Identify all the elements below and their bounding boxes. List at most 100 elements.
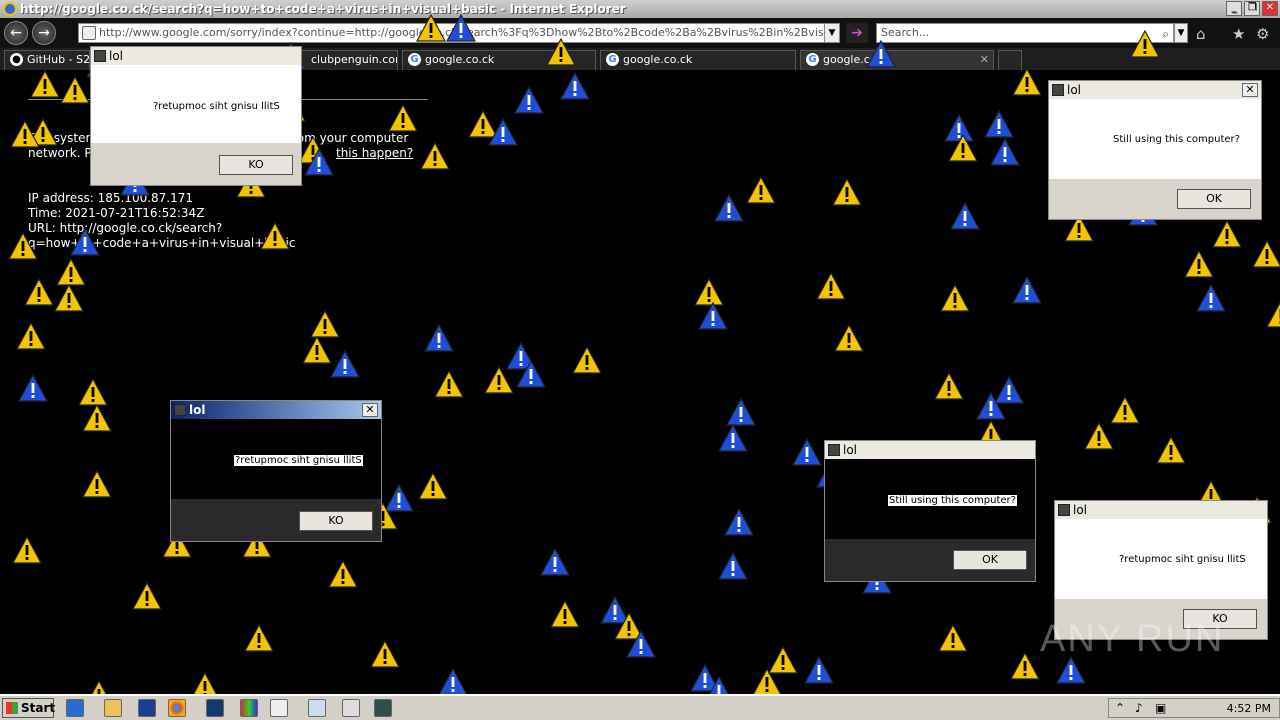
- forward-button[interactable]: →: [32, 21, 56, 45]
- message-dialog-1: lol ?retupmoc siht gnisu llitS KO: [90, 46, 302, 186]
- warning-yellow-icon: [60, 76, 90, 104]
- dialog-title: lol: [843, 443, 858, 457]
- dialog-ok-button[interactable]: OK: [953, 550, 1027, 570]
- go-arrow-icon[interactable]: ➔: [846, 23, 868, 43]
- google-icon: G: [606, 53, 619, 66]
- minimize-button[interactable]: _: [1226, 1, 1242, 16]
- document-icon[interactable]: [342, 699, 360, 717]
- warning-blue-icon: [560, 72, 590, 100]
- warning-yellow-icon: [24, 278, 54, 306]
- close-button[interactable]: ✕: [1262, 1, 1278, 16]
- app-icon: [94, 50, 106, 62]
- warning-yellow-icon: [82, 404, 112, 432]
- dialog-titlebar: lol: [91, 47, 301, 65]
- search-icon[interactable]: ⌕: [1162, 25, 1169, 43]
- media-player-icon[interactable]: [138, 699, 156, 717]
- dialog-titlebar: lol: [825, 441, 1035, 459]
- internet-explorer-icon[interactable]: [66, 699, 84, 717]
- why-link[interactable]: this happen?: [336, 146, 413, 160]
- warning-yellow-icon: [416, 14, 446, 42]
- dialog-titlebar: lol ✕: [1049, 81, 1261, 99]
- notice-line-2-text: network. P: [28, 146, 92, 160]
- app-icon: [828, 444, 840, 456]
- network-icon[interactable]: ▣: [1155, 701, 1166, 715]
- home-icon[interactable]: ⌂: [1196, 25, 1206, 43]
- warning-yellow-icon: [54, 284, 84, 312]
- dialog-close-button[interactable]: ✕: [1242, 83, 1258, 97]
- app-shortcut-icon[interactable]: [374, 699, 392, 717]
- warning-yellow-icon: [484, 366, 514, 394]
- warning-blue-icon: [804, 656, 834, 684]
- warning-blue-icon: [718, 552, 748, 580]
- warning-yellow-icon: [328, 560, 358, 588]
- notepad-icon[interactable]: [308, 699, 326, 717]
- warning-yellow-icon: [1266, 300, 1280, 328]
- maximize-button[interactable]: ❐: [1244, 1, 1260, 16]
- warning-yellow-icon: [940, 284, 970, 312]
- folder-icon[interactable]: [104, 699, 122, 717]
- warning-yellow-icon: [418, 472, 448, 500]
- dialog-message: ?retupmoc siht gnisu llitS: [1119, 554, 1246, 565]
- tab-label: google.co.ck: [425, 53, 495, 66]
- warning-yellow-icon: [8, 232, 38, 260]
- address-dropdown-button[interactable]: ▼: [824, 23, 840, 43]
- start-button[interactable]: Start: [2, 698, 55, 718]
- dialog-close-button[interactable]: ✕: [362, 403, 378, 417]
- window-title: http://google.co.ck/search?q=how+to+code…: [20, 2, 626, 16]
- warning-yellow-icon: [388, 104, 418, 132]
- warning-yellow-icon: [1010, 652, 1040, 680]
- warning-yellow-icon: [934, 372, 964, 400]
- app-shortcut-icon[interactable]: [240, 699, 258, 717]
- tab-label: google.co.ck: [623, 53, 693, 66]
- warning-yellow-icon: [572, 346, 602, 374]
- warning-yellow-icon: [78, 378, 108, 406]
- warning-yellow-icon: [12, 536, 42, 564]
- dialog-titlebar: lol: [1055, 501, 1267, 519]
- warning-blue-icon: [516, 360, 546, 388]
- favorites-star-icon[interactable]: ★: [1232, 25, 1245, 43]
- warning-yellow-icon: [550, 600, 580, 628]
- chrome-icon[interactable]: [168, 699, 186, 717]
- warning-blue-icon: [990, 138, 1020, 166]
- search-placeholder: Search...: [881, 26, 930, 39]
- warning-yellow-icon: [816, 272, 846, 300]
- new-tab-button[interactable]: [998, 50, 1022, 70]
- message-dialog-2: lol ✕ Still using this computer? OK: [1048, 80, 1262, 220]
- tools-gear-icon[interactable]: ⚙: [1256, 25, 1269, 43]
- warning-yellow-icon: [16, 322, 46, 350]
- url-line-2: q=how+to+code+a+virus+in+visual+basic: [28, 236, 296, 250]
- dialog-title: lol: [189, 403, 206, 417]
- warning-yellow-icon: [82, 470, 112, 498]
- app-icon: [1052, 84, 1064, 96]
- dialog-ko-button[interactable]: KO: [299, 511, 373, 531]
- notice-line-2: network. P: [28, 146, 92, 160]
- warning-blue-icon: [994, 376, 1024, 404]
- dialog-ko-button[interactable]: KO: [219, 155, 293, 175]
- warning-blue-icon: [626, 630, 656, 658]
- warning-yellow-icon: [948, 134, 978, 162]
- warning-yellow-icon: [420, 142, 450, 170]
- tab-github[interactable]: ● GitHub - S28: [4, 50, 90, 70]
- warning-yellow-icon: [56, 258, 86, 286]
- volume-icon[interactable]: ♪: [1135, 701, 1143, 715]
- dialog-message: ?retupmoc siht gnisu llitS: [233, 454, 364, 467]
- back-button[interactable]: ←: [4, 21, 28, 45]
- warning-blue-icon: [514, 86, 544, 114]
- tab-google-active[interactable]: G google.co ✕: [800, 50, 994, 70]
- tab-google-2[interactable]: G google.co.ck: [600, 50, 796, 70]
- warning-yellow-icon: [132, 582, 162, 610]
- search-dropdown-button[interactable]: ▼: [1174, 23, 1188, 43]
- message-dialog-4: lol Still using this computer? OK: [824, 440, 1036, 582]
- close-tab-icon[interactable]: ✕: [980, 51, 989, 69]
- warning-yellow-icon: [546, 38, 576, 66]
- dialog-ok-button[interactable]: OK: [1177, 189, 1251, 209]
- app-shortcut-icon[interactable]: [206, 699, 224, 717]
- navigation-bar: ← → http://www.google.com/sorry/index?co…: [0, 18, 1280, 48]
- app-shortcut-icon[interactable]: [270, 699, 288, 717]
- warning-yellow-icon: [1184, 250, 1214, 278]
- tab-label: GitHub - S28: [27, 53, 90, 66]
- warning-blue-icon: [18, 374, 48, 402]
- show-hidden-icons-icon[interactable]: ⌃: [1115, 701, 1125, 715]
- warning-blue-icon: [330, 350, 360, 378]
- clock: 4:52 PM: [1226, 702, 1271, 715]
